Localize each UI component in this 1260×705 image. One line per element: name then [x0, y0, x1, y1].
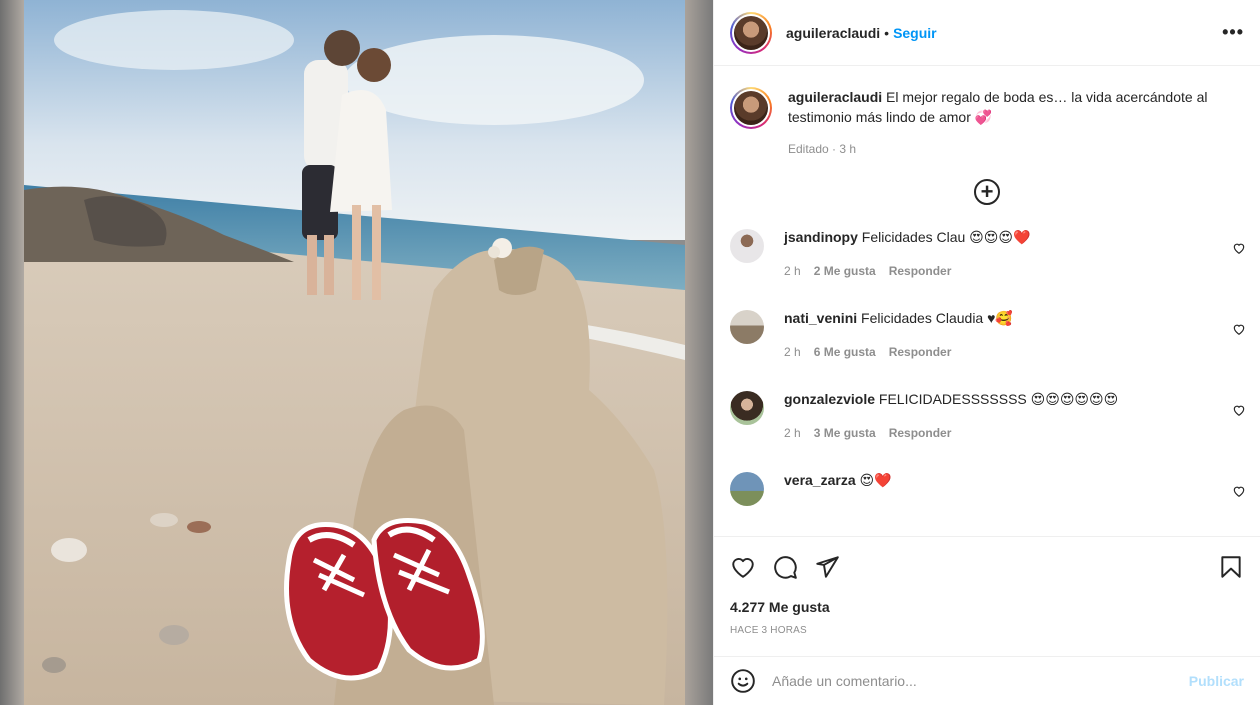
comment-time: 2 h: [784, 264, 801, 278]
comment-avatar[interactable]: [730, 229, 764, 263]
photo-beach-baby-shoes: [24, 0, 685, 705]
like-heart-icon[interactable]: [730, 554, 756, 580]
post-photo[interactable]: [24, 0, 685, 705]
avatar: [734, 91, 768, 125]
post-actions: 4.277 Me gusta Hace 3 horas: [714, 536, 1260, 636]
share-paper-plane-icon[interactable]: [814, 554, 840, 580]
comment-username[interactable]: vera_zarza: [784, 472, 856, 488]
like-comment-heart-icon[interactable]: [1232, 241, 1246, 255]
comment-text: Felicidades Claudia ♥🥰: [861, 310, 1013, 326]
comment-likes[interactable]: 2 Me gusta: [814, 261, 876, 281]
plus-circle-icon[interactable]: +: [974, 179, 1000, 205]
publish-button[interactable]: Publicar: [1189, 673, 1244, 689]
comment-text: Felicidades Clau 😍😍😍❤️: [861, 229, 1031, 245]
comment-meta: 2 h 3 Me gusta Responder: [784, 423, 1118, 443]
photo-blur-edge-left: [0, 0, 24, 705]
post-header: aguileraclaudi • Seguir •••: [714, 0, 1260, 66]
caption-meta: Editado · 3 h: [788, 142, 857, 156]
comment-username[interactable]: gonzalezviole: [784, 391, 875, 407]
comment-item: vera_zarza 😍❤️: [714, 470, 1260, 535]
comment-reply-button[interactable]: Responder: [889, 423, 952, 443]
comment-meta: 2 h 2 Me gusta Responder: [784, 261, 1030, 281]
comment-avatar[interactable]: [730, 472, 764, 506]
comment-body: vera_zarza 😍❤️: [784, 470, 892, 535]
caption-body: aguileraclaudi El mejor regalo de boda e…: [788, 87, 1228, 159]
separator-dot: •: [884, 24, 890, 41]
comment-username[interactable]: jsandinopy: [784, 229, 858, 245]
comment-text: FELICIDADESSSSSSS 😍😍😍😍😍😍: [878, 391, 1119, 407]
comment-time: 2 h: [784, 345, 801, 359]
action-icons-row: [730, 537, 1244, 597]
post-side-panel: aguileraclaudi • Seguir ••• aguileraclau…: [713, 0, 1260, 705]
header-username[interactable]: aguileraclaudi: [786, 25, 880, 41]
comments-scroll-area[interactable]: aguileraclaudi El mejor regalo de boda e…: [714, 67, 1260, 536]
caption-avatar-ring[interactable]: [730, 87, 772, 129]
comment-item: jsandinopy Felicidades Clau 😍😍😍❤️ 2 h 2 …: [714, 227, 1260, 292]
like-comment-heart-icon[interactable]: [1232, 322, 1246, 336]
post-timestamp: Hace 3 horas: [730, 625, 807, 636]
comment-text: 😍❤️: [859, 472, 892, 488]
comment-body: jsandinopy Felicidades Clau 😍😍😍❤️ 2 h 2 …: [784, 227, 1030, 292]
post-photo-container: [0, 0, 713, 705]
comment-likes[interactable]: 3 Me gusta: [814, 423, 876, 443]
add-comment-bar: Publicar: [714, 656, 1260, 705]
avatar: [734, 15, 768, 50]
comment-time: 2 h: [784, 426, 801, 440]
comment-item: gonzalezviole FELICIDADESSSSSSS 😍😍😍😍😍😍 2…: [714, 389, 1260, 454]
comment-reply-button[interactable]: Responder: [889, 342, 952, 362]
load-more-comments: +: [714, 179, 1260, 211]
more-options-icon[interactable]: •••: [1222, 22, 1244, 43]
comment-reply-button[interactable]: Responder: [889, 261, 952, 281]
comment-avatar[interactable]: [730, 310, 764, 344]
emoji-smiley-icon[interactable]: [730, 668, 756, 694]
comment-avatar[interactable]: [730, 391, 764, 425]
comment-meta: 2 h 6 Me gusta Responder: [784, 342, 1013, 362]
comment-body: nati_venini Felicidades Claudia ♥🥰 2 h 6…: [784, 308, 1013, 373]
photo-blur-edge-right: [685, 0, 713, 705]
comment-bubble-icon[interactable]: [772, 554, 798, 580]
like-comment-heart-icon[interactable]: [1232, 484, 1246, 498]
comment-likes[interactable]: 6 Me gusta: [814, 342, 876, 362]
avatar-story-ring[interactable]: [730, 11, 772, 54]
follow-button[interactable]: Seguir: [893, 25, 937, 41]
like-comment-heart-icon[interactable]: [1232, 403, 1246, 417]
bookmark-icon[interactable]: [1218, 554, 1244, 580]
post-caption: aguileraclaudi El mejor regalo de boda e…: [714, 67, 1260, 159]
caption-username[interactable]: aguileraclaudi: [788, 89, 882, 105]
comment-item: nati_venini Felicidades Claudia ♥🥰 2 h 6…: [714, 308, 1260, 373]
likes-count[interactable]: 4.277 Me gusta: [730, 599, 1244, 615]
comment-body: gonzalezviole FELICIDADESSSSSSS 😍😍😍😍😍😍 2…: [784, 389, 1118, 454]
comment-username[interactable]: nati_venini: [784, 310, 857, 326]
comment-input[interactable]: [772, 673, 1189, 689]
